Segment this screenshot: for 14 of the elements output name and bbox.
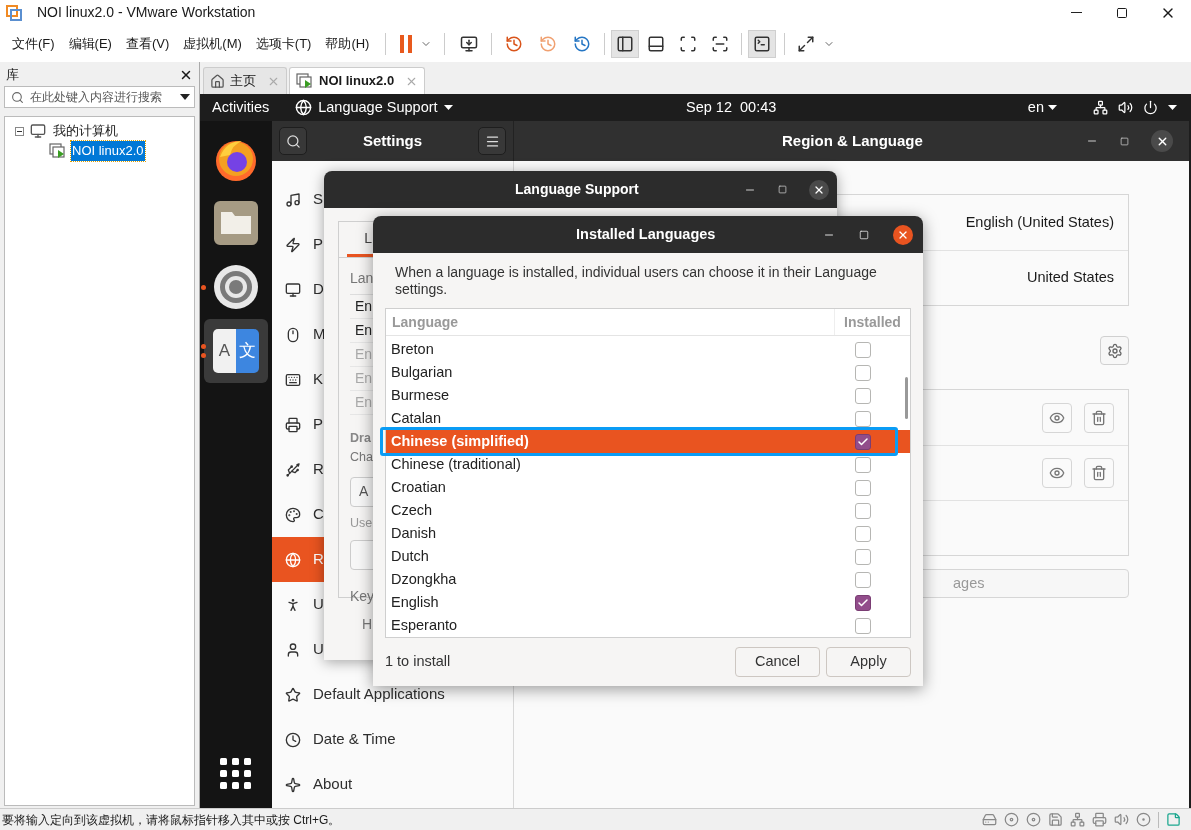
section-label: Lan bbox=[350, 269, 374, 288]
description-text: When a language is installed, individual users can choose it in their Language settings. bbox=[394, 263, 878, 298]
sidebar-title: Settings bbox=[361, 130, 424, 151]
window-title: NOI linux2.0 - VMware Workstation bbox=[37, 3, 256, 22]
status-text: 1 to install bbox=[385, 652, 451, 672]
hint-text: Cha bbox=[350, 448, 373, 466]
window-title: Language Support bbox=[515, 180, 639, 199]
window-title: Installed Languages bbox=[576, 224, 716, 244]
panel-title: 库 bbox=[6, 66, 19, 85]
panel-title: Region & Language bbox=[782, 130, 923, 151]
hint-text: Use bbox=[350, 514, 373, 532]
hint-title: Dra bbox=[350, 430, 371, 447]
status-message: 要将输入定向到该虚拟机，请将鼠标指针移入其中或按 Ctrl+G。 bbox=[2, 811, 341, 829]
field-label: Key bbox=[350, 587, 375, 607]
